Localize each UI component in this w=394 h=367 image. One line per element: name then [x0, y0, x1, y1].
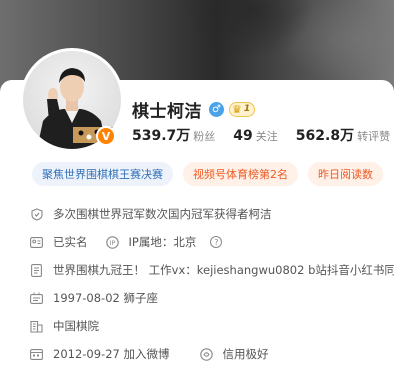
ip-location-text: IP属地：北京: [129, 234, 197, 250]
birthday-icon: [30, 292, 43, 305]
profile-info-list: 多次围棋世界冠军数次国内冠军获得者柯洁 已实名 IP IP属地：北京 ? 世界围…: [30, 200, 394, 367]
stat-value: 562.8万: [295, 128, 355, 144]
real-name-text: 已实名: [53, 235, 88, 249]
verified-badge-icon: V: [96, 126, 116, 146]
help-icon[interactable]: ?: [210, 236, 223, 248]
info-certification: 多次围棋世界冠军数次国内冠军获得者柯洁: [30, 200, 394, 228]
stat-label: 粉丝: [193, 130, 216, 143]
male-icon: ♂: [209, 101, 224, 117]
certification-text: 多次围棋世界冠军数次国内冠军获得者柯洁: [53, 207, 272, 221]
stat-followers[interactable]: 539.7万 粉丝: [132, 125, 215, 145]
credit-text[interactable]: 信用极好: [223, 346, 269, 362]
ip-label: IP属地：: [128, 235, 174, 249]
birthday-text: 1997-08-02 狮子座: [53, 291, 158, 305]
company-text: 中国棋院: [53, 319, 99, 333]
stat-label: 转评赞: [357, 130, 391, 143]
info-real-name: 已实名 IP IP属地：北京 ?: [30, 228, 394, 256]
ip-value: 北京: [173, 235, 197, 249]
building-icon: [30, 320, 43, 333]
bio-text: 世界围棋九冠王！ 工作vx：kejieshangwu0802 b站抖音小红书同: [53, 263, 394, 277]
vip-badge[interactable]: ♛ 1: [229, 101, 256, 117]
id-card-icon: [30, 236, 43, 249]
calendar-icon: [30, 348, 43, 361]
stat-following[interactable]: 49 关注: [233, 128, 277, 144]
name-row: 棋士柯洁 ♂ ♛ 1: [132, 97, 256, 122]
shield-icon: [30, 207, 43, 221]
tag-ranking[interactable]: 视频号体育榜第2名: [183, 162, 298, 186]
info-bio: 世界围棋九冠王！ 工作vx：kejieshangwu0802 b站抖音小红书同: [30, 256, 394, 284]
info-company: 中国棋院: [30, 312, 394, 340]
info-birthday: 1997-08-02 狮子座: [30, 284, 394, 312]
tag-row: 聚焦世界围棋棋王赛决赛 视频号体育榜第2名 昨日阅读数: [32, 162, 383, 186]
document-icon: [30, 263, 43, 277]
vip-level: 1: [243, 104, 251, 114]
credit-icon: [199, 347, 213, 361]
crown-icon: ♛: [232, 102, 242, 116]
tag-trending-topic[interactable]: 聚焦世界围棋棋王赛决赛: [32, 162, 173, 186]
profile-name: 棋士柯洁: [132, 101, 202, 122]
stat-value: 49: [233, 128, 253, 144]
stats-row: 539.7万 粉丝 49 关注 562.8万 转评赞: [132, 125, 390, 145]
joined-text: 2012-09-27 加入微博: [53, 347, 170, 361]
stat-label: 关注: [255, 130, 278, 143]
stat-reposts-comments-likes[interactable]: 562.8万 转评赞: [296, 125, 390, 145]
svg-text:IP: IP: [109, 239, 115, 247]
stat-value: 539.7万: [132, 128, 191, 144]
tag-reads-yesterday[interactable]: 昨日阅读数: [308, 162, 383, 186]
ip-icon: IP: [105, 235, 119, 249]
info-joined: 2012-09-27 加入微博 信用极好: [30, 340, 394, 367]
